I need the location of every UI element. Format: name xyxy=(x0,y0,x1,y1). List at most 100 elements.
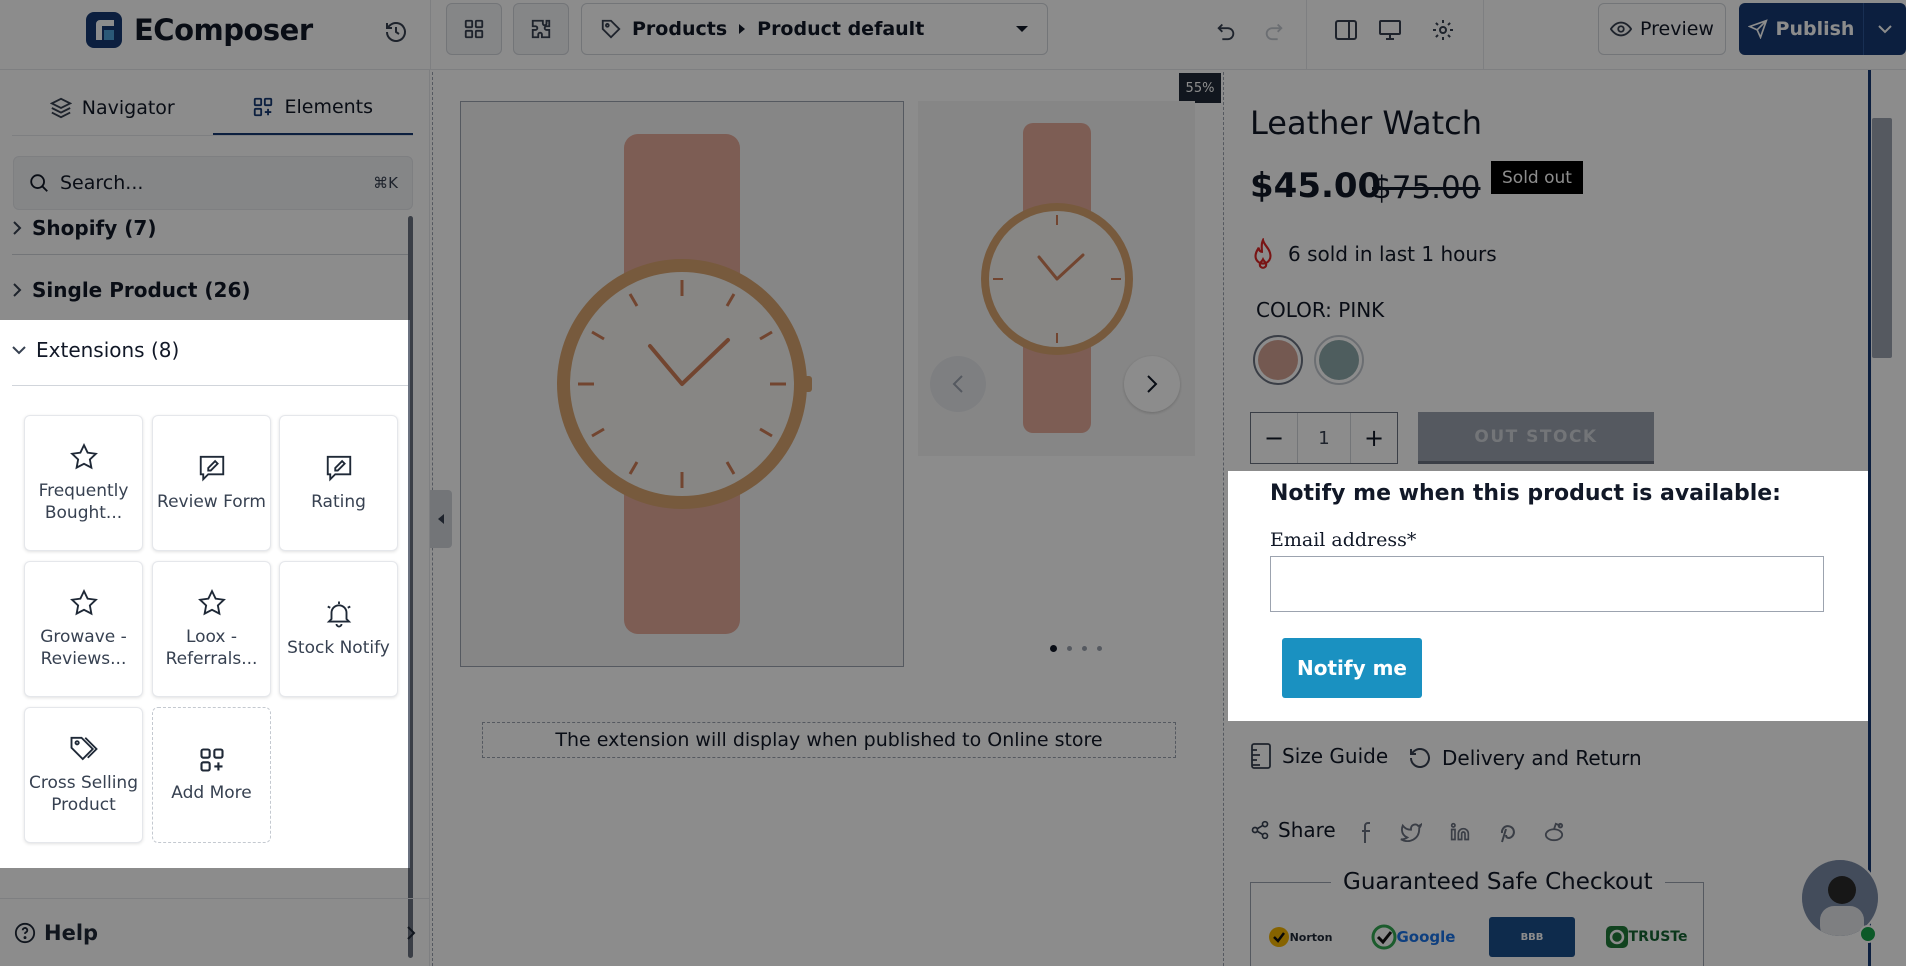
device-desktop-button[interactable] xyxy=(1370,12,1410,48)
help-label: Help xyxy=(44,920,99,945)
facebook-icon xyxy=(1362,822,1370,843)
search-placeholder: Search... xyxy=(60,172,144,194)
email-label: Email address* xyxy=(1270,529,1417,551)
sold-out-badge: Sold out xyxy=(1491,161,1583,194)
quantity-input[interactable]: 1 xyxy=(1297,413,1351,463)
product-price: $45.00 xyxy=(1250,166,1382,206)
group-divider xyxy=(12,254,410,255)
elements-grid-icon xyxy=(254,97,273,116)
extension-growave-reviews[interactable]: Growave - Reviews... xyxy=(24,561,143,697)
canvas-scrollbar[interactable] xyxy=(1868,70,1906,966)
settings-button[interactable] xyxy=(1423,12,1463,48)
gallery-prev-button[interactable] xyxy=(930,356,986,412)
group-extensions-label: Extensions (8) xyxy=(36,338,180,362)
extension-label: Stock Notify xyxy=(287,638,390,658)
swatch-fill xyxy=(1258,340,1298,380)
notify-me-button[interactable]: Notify me xyxy=(1282,638,1422,698)
gallery-dot[interactable] xyxy=(1067,646,1072,651)
help-link[interactable]: Help xyxy=(0,898,430,966)
edit-message-icon xyxy=(326,455,351,482)
email-field[interactable] xyxy=(1270,556,1824,612)
top-toolbar: EComposer Products Product default Previ… xyxy=(0,0,1906,70)
star-icon xyxy=(197,588,226,616)
chevron-down-icon xyxy=(1878,25,1892,34)
swatch-fill xyxy=(1319,340,1359,380)
breadcrumb-parent: Products xyxy=(632,18,728,40)
tab-elements[interactable]: Elements xyxy=(212,80,413,135)
publish-options-button[interactable] xyxy=(1863,3,1906,55)
extension-review-form[interactable]: Review Form xyxy=(152,415,271,551)
extensions-button[interactable] xyxy=(513,3,569,55)
color-swatch-pink[interactable] xyxy=(1253,335,1303,385)
extensions-panel: Extensions (8) Frequently Bought... Revi… xyxy=(0,320,410,868)
sidebar-layout-icon xyxy=(1335,20,1357,40)
extension-label: Growave - Reviews... xyxy=(40,627,127,669)
group-shopify-label: Shopify (7) xyxy=(32,216,157,240)
canvas-scrollbar-thumb[interactable] xyxy=(1872,118,1892,358)
page-template-select[interactable]: Products Product default xyxy=(581,3,1048,55)
element-search-input[interactable]: Search... ⌘K xyxy=(13,156,413,210)
preview-label: Preview xyxy=(1640,18,1714,40)
app-name: EComposer xyxy=(134,13,313,47)
search-icon xyxy=(30,174,48,192)
group-single-product-label: Single Product (26) xyxy=(32,278,251,302)
sidebar-tabs: Navigator Elements xyxy=(12,80,413,136)
extension-cross-selling[interactable]: Cross Selling Product xyxy=(24,707,143,843)
bell-icon xyxy=(326,601,351,628)
extension-rating[interactable]: Rating xyxy=(279,415,398,551)
redo-button[interactable] xyxy=(1254,12,1294,48)
publish-button[interactable]: Publish xyxy=(1739,3,1863,55)
chevron-right-icon xyxy=(1147,375,1158,393)
delivery-return-link[interactable]: Delivery and Return xyxy=(1408,746,1642,770)
tags-icon xyxy=(70,736,98,761)
out-of-stock-button[interactable]: OUT STOCK xyxy=(1418,412,1654,464)
toolbar-divider xyxy=(1306,0,1307,70)
collapse-sidebar-handle[interactable] xyxy=(430,490,452,548)
selection-guide xyxy=(1868,70,1871,966)
toggle-sidebar-button[interactable] xyxy=(1326,12,1366,48)
extension-label: Review Form xyxy=(157,492,266,512)
linkedin-share-button[interactable] xyxy=(1446,818,1474,846)
facebook-share-button[interactable] xyxy=(1353,818,1381,846)
group-single-product[interactable]: Single Product (26) xyxy=(12,270,410,310)
ecomposer-logo[interactable]: EComposer xyxy=(84,10,313,50)
watch-image xyxy=(980,122,1133,433)
reddit-share-button[interactable] xyxy=(1540,818,1568,846)
elements-grid-button[interactable] xyxy=(446,3,502,55)
product-main-image[interactable] xyxy=(460,101,904,667)
undo-button[interactable] xyxy=(1206,12,1246,48)
chevron-right-icon xyxy=(407,925,416,940)
color-swatch-teal[interactable] xyxy=(1314,335,1364,385)
puzzle-icon xyxy=(531,19,551,39)
gallery-dot[interactable] xyxy=(1050,645,1057,652)
size-guide-link[interactable]: Size Guide xyxy=(1250,742,1388,770)
truste-icon xyxy=(1605,926,1628,948)
history-button[interactable] xyxy=(378,14,414,50)
extension-loox-referrals[interactable]: Loox - Referrals... xyxy=(152,561,271,697)
tab-navigator[interactable]: Navigator xyxy=(12,80,213,135)
delivery-return-label: Delivery and Return xyxy=(1442,746,1642,770)
gallery-dot[interactable] xyxy=(1097,646,1102,651)
zoom-indicator: 55% xyxy=(1179,73,1221,103)
chevron-down-icon xyxy=(1016,26,1028,32)
twitter-share-button[interactable] xyxy=(1397,818,1425,846)
sidebar-scrollbar[interactable] xyxy=(408,216,413,958)
gallery-next-button[interactable] xyxy=(1124,356,1180,412)
undo-icon xyxy=(1217,23,1235,41)
preview-button[interactable]: Preview xyxy=(1598,3,1726,55)
share-label: Share xyxy=(1278,818,1336,842)
stock-notify-form: Notify me when this product is available… xyxy=(1228,471,1868,721)
caret-left-icon xyxy=(438,514,444,524)
watch-image xyxy=(557,134,812,634)
group-shopify[interactable]: Shopify (7) xyxy=(12,208,410,248)
quantity-increase-button[interactable]: + xyxy=(1351,413,1397,463)
extension-frequently-bought[interactable]: Frequently Bought... xyxy=(24,415,143,551)
publish-label: Publish xyxy=(1775,18,1855,40)
quantity-decrease-button[interactable]: − xyxy=(1251,413,1297,463)
send-icon xyxy=(1747,19,1768,39)
group-extensions[interactable]: Extensions (8) xyxy=(12,330,179,370)
pinterest-share-button[interactable] xyxy=(1493,818,1521,846)
add-more-extensions-button[interactable]: Add More xyxy=(152,707,271,843)
extension-stock-notify[interactable]: Stock Notify xyxy=(279,561,398,697)
gallery-dot[interactable] xyxy=(1082,646,1087,651)
